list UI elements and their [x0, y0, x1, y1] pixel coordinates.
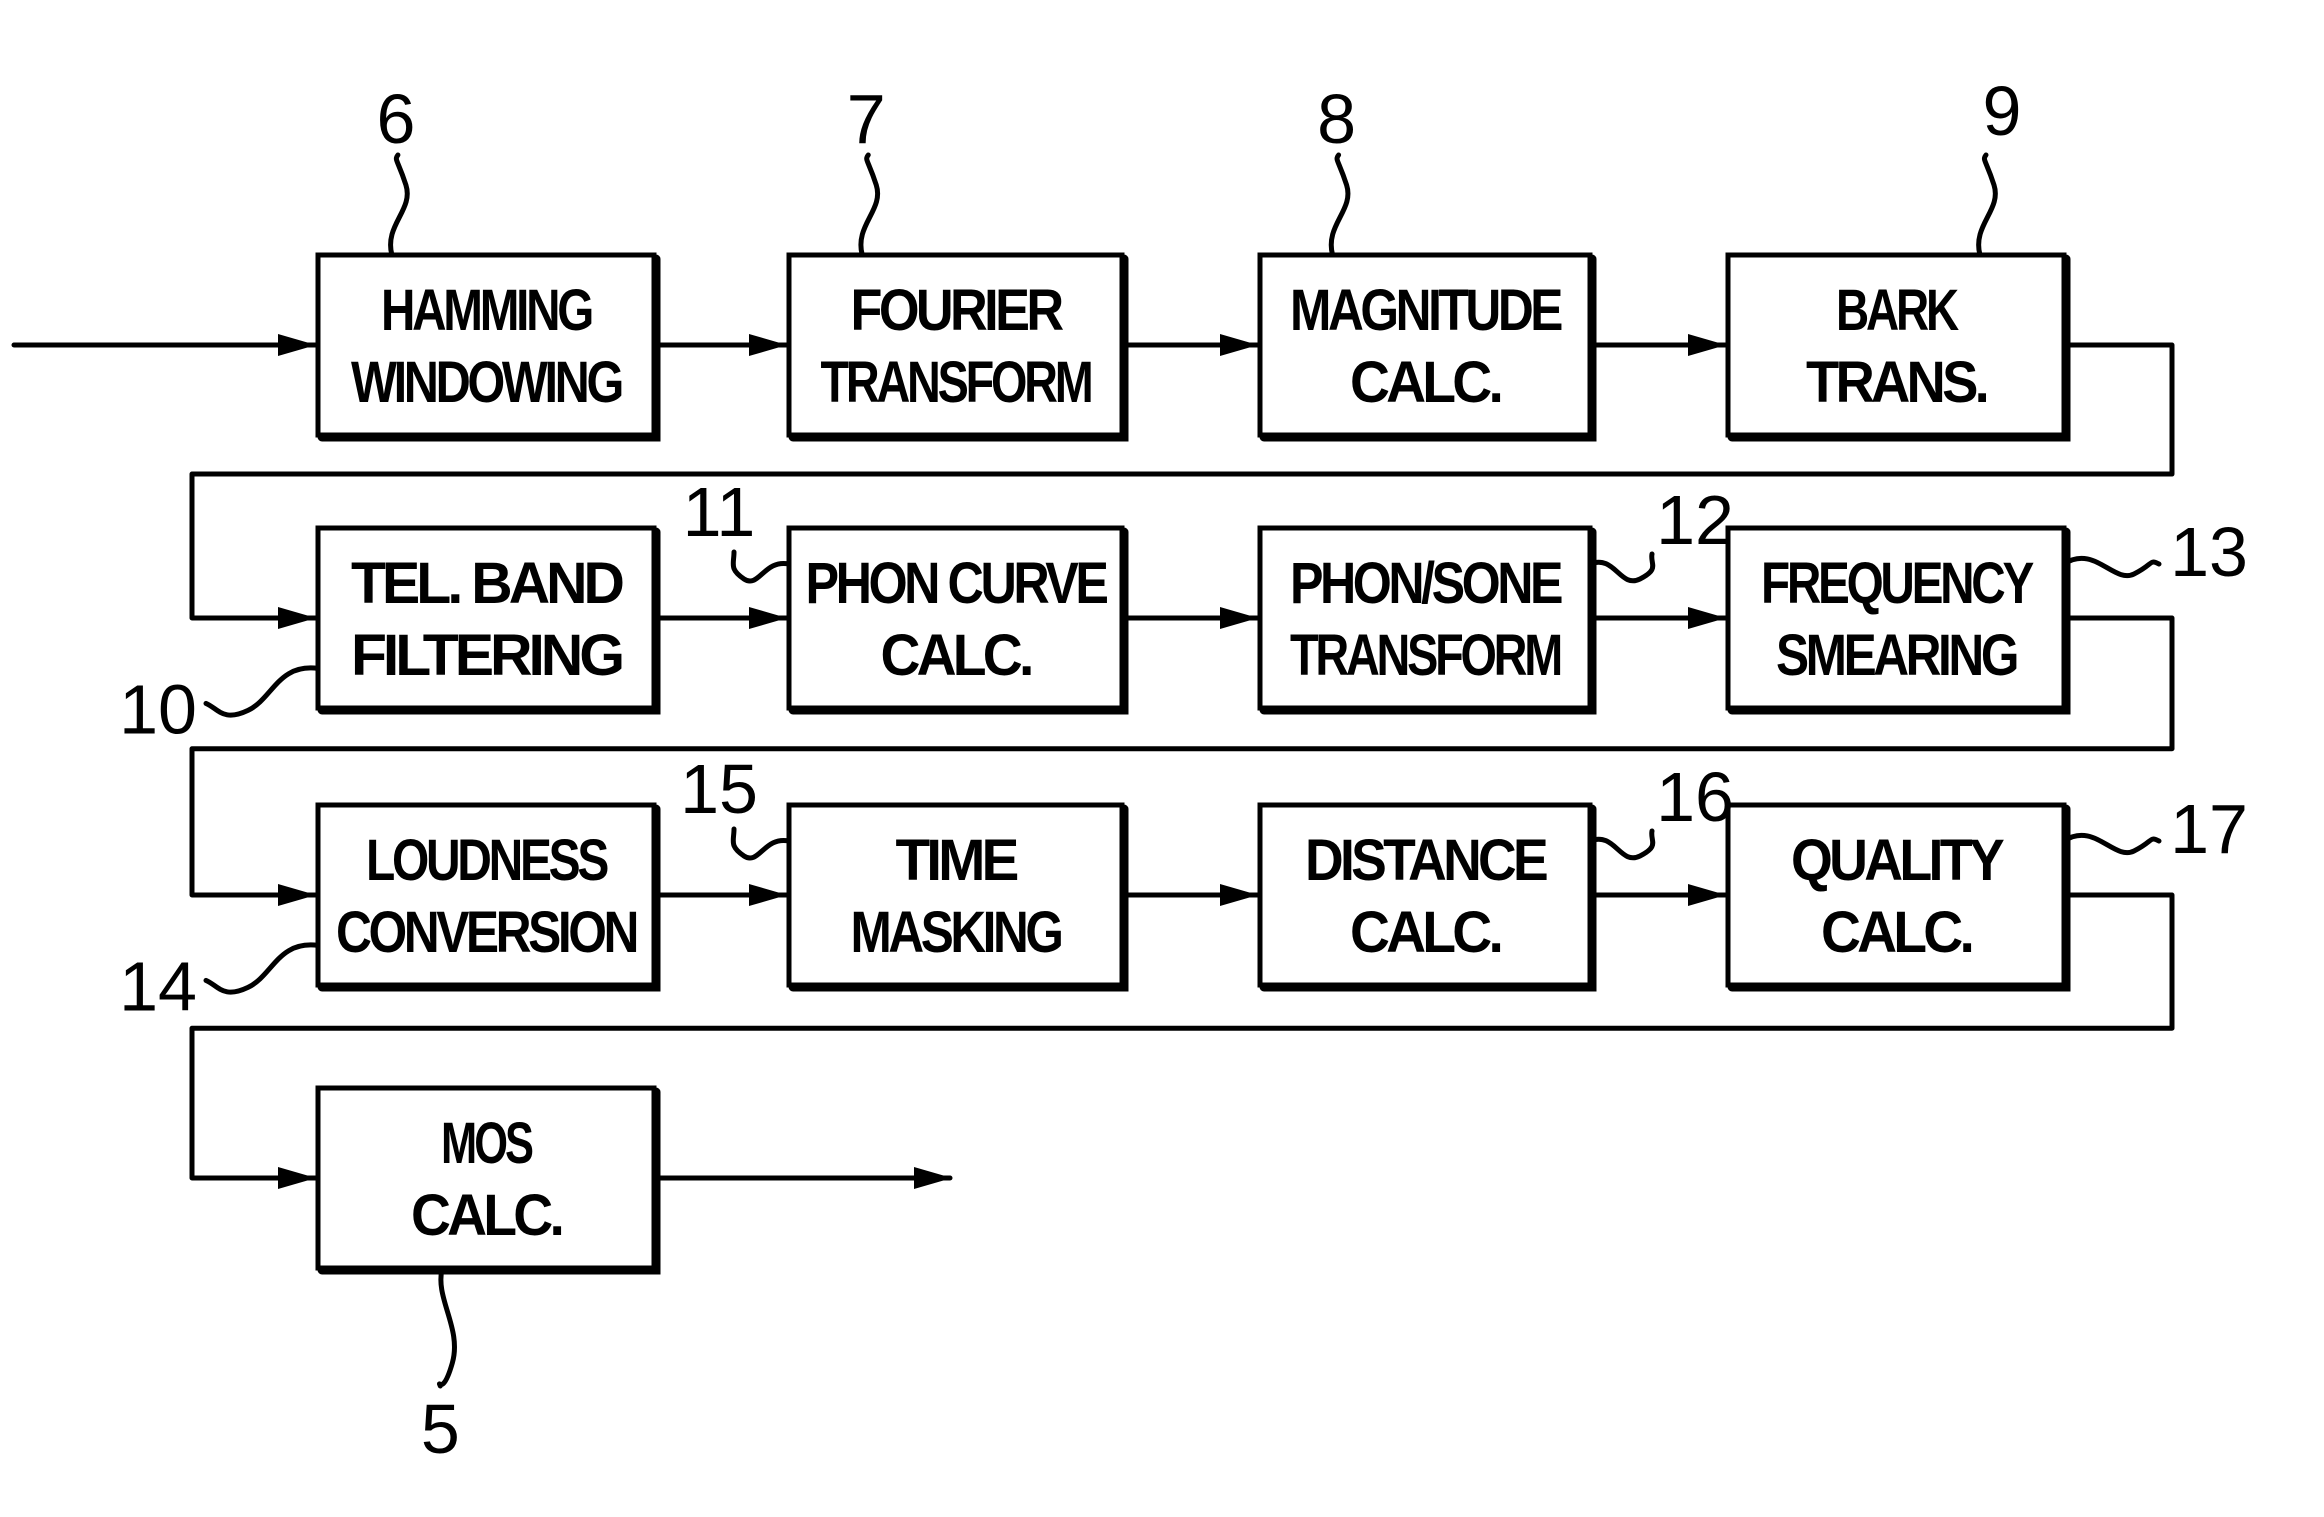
block-label-line: CALC. — [411, 1183, 562, 1248]
block-label-line: CALC. — [1350, 350, 1501, 415]
block-label-line: CONVERSION — [336, 900, 636, 965]
leader-line — [203, 942, 321, 995]
reference-numeral: 8 — [1317, 80, 1356, 158]
block-label-line: TRANSFORM — [821, 350, 1092, 415]
leader-line — [858, 152, 881, 258]
leader-line — [2061, 832, 2162, 856]
leader-line — [730, 549, 792, 584]
block-bark: BARK TRANS. — [1725, 252, 2071, 442]
block-label-line: BARK — [1836, 278, 1959, 343]
reference-numeral: 11 — [683, 473, 756, 551]
arrowhead-icon — [1688, 884, 1726, 906]
leader-line — [436, 1265, 457, 1389]
arrowhead-icon — [749, 334, 787, 356]
leader-line — [730, 826, 792, 861]
arrowhead-icon — [749, 607, 787, 629]
block-hamming: HAMMING WINDOWING — [315, 252, 661, 442]
blocks: HAMMING WINDOWING FOURIER TRANSFORM MAGNITUD… — [315, 252, 2071, 1275]
reference-numeral: 5 — [421, 1390, 460, 1468]
reference-numeral: 10 — [119, 670, 197, 748]
block-label-line: CALC. — [1821, 900, 1972, 965]
block-time-masking: TIME MASKING — [786, 802, 1129, 992]
arrowhead-icon — [278, 884, 316, 906]
arrowhead-icon — [749, 884, 787, 906]
reference-numeral: 17 — [2170, 790, 2248, 868]
block-label-line: TRANS. — [1806, 350, 1987, 415]
block-label-line: WINDOWING — [351, 350, 622, 415]
leader-line — [388, 152, 410, 258]
block-mos: MOS CALC. — [315, 1085, 661, 1275]
block-label-line: TRANSFORM — [1290, 623, 1561, 688]
block-label-line: MOS — [441, 1111, 533, 1176]
reference-numeral: 13 — [2170, 513, 2248, 591]
leader-line — [1976, 152, 1998, 258]
block-label-line: CALC. — [1350, 900, 1501, 965]
block-label-line: HAMMING — [381, 278, 592, 343]
block-phon-sone: PHON/SONE TRANSFORM — [1257, 525, 1597, 715]
reference-numeral: 6 — [376, 80, 415, 158]
reference-numeral: 16 — [1656, 758, 1734, 836]
block-label-line: TIME — [896, 828, 1018, 893]
block-diagram: HAMMING WINDOWING FOURIER TRANSFORM MAGNITUD… — [11, 72, 2248, 1468]
reference-numeral: 15 — [680, 750, 758, 828]
block-label-line: QUALITY — [1791, 828, 2004, 893]
arrowhead-icon — [1220, 884, 1258, 906]
block-label-line: FOURIER — [851, 278, 1064, 343]
leader-line — [1328, 152, 1351, 258]
output-arrowhead-icon — [914, 1167, 952, 1189]
arrowhead-icon — [278, 607, 316, 629]
leader-line — [1587, 828, 1656, 861]
block-label-line: MASKING — [851, 900, 1062, 965]
reference-numeral: 7 — [847, 80, 886, 158]
arrowhead-icon — [1688, 334, 1726, 356]
block-label-line: CALC. — [881, 623, 1032, 688]
block-fourier: FOURIER TRANSFORM — [786, 252, 1129, 442]
block-label-line: SMEARING — [1776, 623, 2017, 688]
block-label-line: MAGNITUDE — [1290, 278, 1562, 343]
arrowhead-icon — [1220, 334, 1258, 356]
leader-line — [1587, 551, 1656, 584]
connectors — [11, 334, 2175, 1189]
reference-numeral: 12 — [1656, 481, 1734, 559]
reference-numeral: 9 — [1983, 72, 2022, 150]
block-label-line: DISTANCE — [1305, 828, 1547, 893]
input-arrowhead-icon — [278, 334, 316, 356]
block-label-line: TEL. BAND — [351, 551, 623, 616]
arrowhead-icon — [278, 1167, 316, 1189]
block-label-line: LOUDNESS — [366, 828, 608, 893]
block-magnitude: MAGNITUDE CALC. — [1257, 252, 1597, 442]
block-label-line: FILTERING — [351, 623, 622, 688]
reference-numeral: 14 — [119, 947, 197, 1025]
block-label-line: PHON CURVE — [806, 551, 1108, 616]
leader-line — [2061, 555, 2162, 579]
block-tel-band: TEL. BAND FILTERING — [315, 525, 661, 715]
block-phon-curve: PHON CURVE CALC. — [786, 525, 1129, 715]
block-label-line: FREQUENCY — [1761, 551, 2034, 616]
block-quality: QUALITY CALC. — [1725, 802, 2071, 992]
arrowhead-icon — [1220, 607, 1258, 629]
block-freq-smearing: FREQUENCY SMEARING — [1725, 525, 2071, 715]
arrowhead-icon — [1688, 607, 1726, 629]
block-loudness: LOUDNESS CONVERSION — [315, 802, 661, 992]
block-label-line: PHON/SONE — [1290, 551, 1562, 616]
leader-line — [203, 665, 321, 718]
block-distance: DISTANCE CALC. — [1257, 802, 1597, 992]
